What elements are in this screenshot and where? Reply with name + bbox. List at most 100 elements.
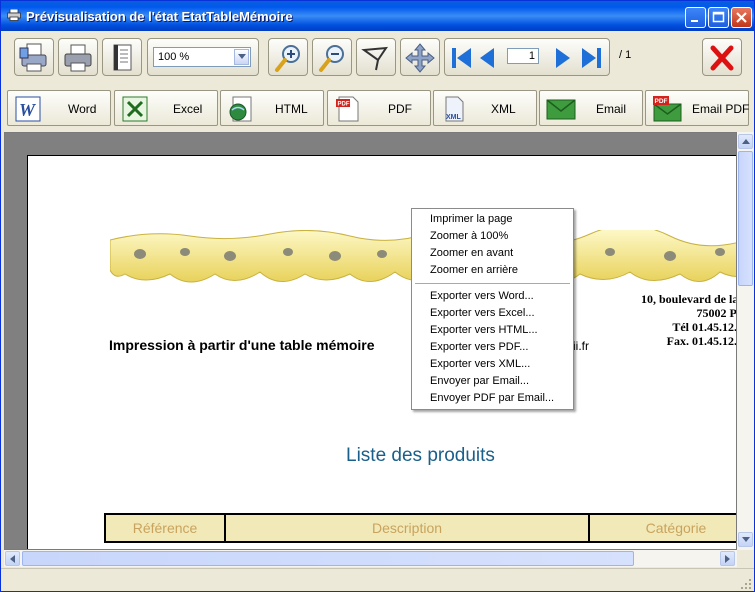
xml-icon: XML	[445, 96, 464, 122]
send-email-button[interactable]: Email	[539, 90, 643, 126]
export-excel-label: Excel	[173, 102, 203, 116]
menu-item-export-xml[interactable]: Exporter vers XML...	[430, 358, 530, 370]
pdf-envelope-icon: PDF	[653, 96, 682, 122]
export-word-button[interactable]: W Word	[7, 90, 111, 126]
first-page-icon[interactable]	[451, 46, 473, 70]
table-header-row: Référence Description Catégorie	[104, 513, 736, 543]
address-line: Fax. 01.45.12.17.0	[666, 334, 737, 348]
address-line: 10, boulevard de la Pai	[640, 292, 736, 306]
column-header-description: Description	[224, 513, 590, 543]
preview-area[interactable]: 10, boulevard de la Pai 75002 PARI Tél 0…	[4, 132, 737, 550]
report-title: Impression à partir d'une table mémoire	[109, 337, 375, 353]
page-setup-icon	[113, 44, 132, 71]
select-zoom-button[interactable]	[356, 38, 396, 76]
preview-window: Prévisualisation de l'état EtatTableMémo…	[0, 0, 755, 592]
minimize-button[interactable]	[685, 7, 706, 28]
print-dialog-button[interactable]	[14, 38, 54, 76]
page-layout-button[interactable]	[102, 38, 142, 76]
status-bar	[1, 568, 754, 591]
scroll-up-button[interactable]	[738, 134, 753, 149]
svg-text:PDF: PDF	[655, 98, 668, 105]
export-pdf-label: PDF	[388, 102, 412, 116]
envelope-icon	[546, 99, 576, 120]
menu-item-zoom-in[interactable]: Zoomer en avant	[430, 247, 513, 259]
send-pdf-email-button[interactable]: PDF Email PDF	[645, 90, 749, 126]
export-toolbar: W Word Excel HTML PDF PDF XML XML Email …	[1, 85, 754, 129]
zoom-select[interactable]: 100 %	[153, 47, 251, 67]
scroll-right-button[interactable]	[720, 551, 735, 566]
globe-icon	[229, 96, 252, 122]
close-button[interactable]	[731, 7, 752, 28]
move-icon	[405, 43, 435, 73]
previous-page-icon[interactable]	[477, 46, 495, 70]
products-table: Référence Description Catégorie	[104, 513, 736, 543]
scroll-left-button[interactable]	[5, 551, 20, 566]
export-excel-button[interactable]: Excel	[114, 90, 218, 126]
address-line: Tél 01.45.12.17.0	[672, 320, 737, 334]
zoom-out-icon	[319, 45, 344, 72]
svg-text:XML: XML	[446, 114, 462, 121]
printer-icon	[64, 44, 92, 72]
export-html-button[interactable]: HTML	[220, 90, 324, 126]
close-preview-button[interactable]	[702, 38, 742, 76]
pdf-icon: PDF	[336, 96, 359, 122]
report-page: 10, boulevard de la Pai 75002 PARI Tél 0…	[27, 155, 737, 549]
chevron-right-icon	[725, 555, 730, 563]
resize-grip-icon[interactable]	[740, 578, 752, 590]
send-pdf-email-label: Email PDF	[692, 102, 750, 116]
printer-icon	[7, 9, 21, 21]
menu-item-zoom-100[interactable]: Zoomer à 100%	[430, 230, 508, 242]
page-total: / 1	[619, 49, 632, 61]
context-menu: Imprimer la page Zoomer à 100% Zoomer en…	[411, 208, 574, 410]
menu-item-send-pdf-email[interactable]: Envoyer PDF par Email...	[430, 392, 554, 404]
print-button[interactable]	[58, 38, 98, 76]
zoom-value: 100 %	[158, 51, 190, 63]
report-url-fragment: ii.fr	[573, 339, 589, 353]
print-setup-icon	[19, 43, 47, 72]
column-header-category: Catégorie	[588, 513, 736, 543]
export-xml-label: XML	[491, 102, 516, 116]
title-bar[interactable]: Prévisualisation de l'état EtatTableMémo…	[1, 1, 754, 31]
menu-item-export-excel[interactable]: Exporter vers Excel...	[430, 307, 535, 319]
menu-separator	[415, 283, 570, 284]
column-header-reference: Référence	[104, 513, 226, 543]
menu-item-send-email[interactable]: Envoyer par Email...	[430, 375, 529, 387]
export-xml-button[interactable]: XML XML	[433, 90, 537, 126]
chevron-left-icon	[10, 555, 15, 563]
next-page-icon[interactable]	[555, 46, 573, 70]
zoom-in-icon	[275, 45, 300, 72]
pan-button[interactable]	[400, 38, 440, 76]
company-address: 10, boulevard de la Pai 75002 PARI Tél 0…	[640, 292, 737, 348]
maximize-button[interactable]	[708, 7, 729, 28]
horizontal-scrollbar[interactable]	[4, 550, 737, 567]
menu-item-print-page[interactable]: Imprimer la page	[430, 213, 513, 225]
lasso-icon	[361, 46, 388, 71]
menu-item-export-pdf[interactable]: Exporter vers PDF...	[430, 341, 528, 353]
vertical-scroll-thumb[interactable]	[738, 151, 753, 286]
list-title: Liste des produits	[346, 445, 495, 466]
menu-item-export-html[interactable]: Exporter vers HTML...	[430, 324, 538, 336]
last-page-icon[interactable]	[580, 46, 602, 70]
page-number-input[interactable]: 1	[507, 48, 539, 64]
menu-item-zoom-out[interactable]: Zoomer en arrière	[430, 264, 518, 276]
chevron-up-icon	[742, 139, 750, 144]
zoom-in-button[interactable]	[268, 38, 308, 76]
window-title: Prévisualisation de l'état EtatTableMémo…	[26, 9, 293, 24]
menu-item-export-word[interactable]: Exporter vers Word...	[430, 290, 534, 302]
minimize-icon	[691, 20, 698, 22]
excel-icon	[122, 96, 148, 122]
close-icon	[736, 12, 747, 23]
maximize-icon	[712, 11, 725, 23]
scroll-down-button[interactable]	[738, 532, 753, 547]
send-email-label: Email	[596, 102, 627, 116]
zoom-dropdown-button[interactable]	[234, 49, 249, 65]
export-pdf-button[interactable]: PDF PDF	[327, 90, 431, 126]
svg-text:PDF: PDF	[338, 102, 350, 108]
export-html-label: HTML	[275, 102, 308, 116]
horizontal-scroll-thumb[interactable]	[22, 551, 634, 566]
chevron-down-icon	[742, 537, 750, 542]
vertical-scrollbar[interactable]	[737, 132, 754, 550]
chevron-down-icon	[238, 54, 246, 59]
zoom-out-button[interactable]	[312, 38, 352, 76]
address-line: 75002 PARI	[696, 306, 736, 320]
